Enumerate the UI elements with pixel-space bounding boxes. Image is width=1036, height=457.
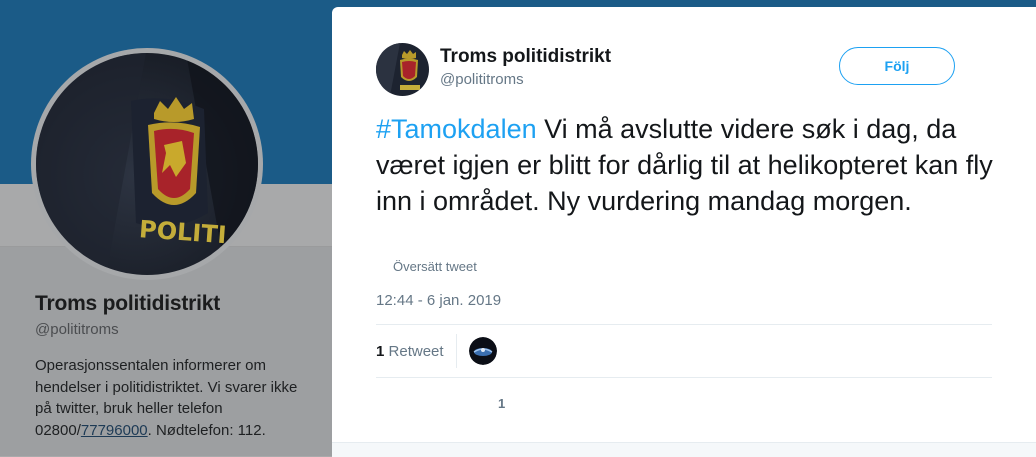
bio-line: Operasjonssentalen informerer om (35, 357, 266, 374)
retweet-stat[interactable]: 1 Retweet (376, 343, 444, 360)
user-avatar-icon (469, 337, 497, 365)
bio-line: på twitter, bruk heller telefon (35, 400, 223, 417)
translate-tweet-link[interactable]: Översätt tweet (393, 259, 477, 274)
bio-emergency: . Nødtelefon: 112. (147, 421, 266, 439)
profile-name: Troms politidistrikt (35, 292, 221, 315)
retweet-label: Retweet (388, 343, 444, 360)
bio-phone-link[interactable]: 77796000 (81, 422, 148, 439)
police-badge-avatar-icon: POLITI (36, 53, 258, 275)
retweet-count: 1 (376, 343, 385, 360)
tweet-timestamp[interactable]: 12:44 - 6 jan. 2019 (376, 292, 501, 309)
tweet-stats: 1 Retweet (376, 324, 992, 378)
profile-handle: @polititroms (35, 321, 119, 338)
profile-avatar[interactable]: POLITI (36, 53, 258, 275)
bio-line: hendelser i politidistriktet. Vi svarer … (35, 378, 298, 396)
author-avatar[interactable] (376, 43, 429, 96)
retweeter-avatar[interactable] (469, 337, 497, 365)
hashtag-link[interactable]: #Tamokdalen (376, 114, 537, 144)
bio-phone-prefix: 02800/ (35, 421, 81, 439)
bio-line: 02800/77796000. Nødtelefon: 112. (35, 420, 325, 442)
tweet-text: #Tamokdalen Vi må avslutte videre søk i … (376, 111, 1016, 219)
author-name[interactable]: Troms politidistrikt (440, 46, 611, 68)
author-handle[interactable]: @polititroms (440, 71, 524, 88)
profile-bio: Operasjonssentalen informerer om hendels… (35, 355, 325, 441)
retweet-action-count[interactable]: 1 (498, 396, 505, 411)
police-badge-avatar-icon (376, 43, 429, 96)
stats-divider (456, 334, 457, 368)
tweet-modal: Troms politidistrikt @polititroms Följ #… (332, 7, 1036, 457)
follow-button[interactable]: Följ (839, 47, 955, 85)
modal-footer (332, 442, 1036, 457)
